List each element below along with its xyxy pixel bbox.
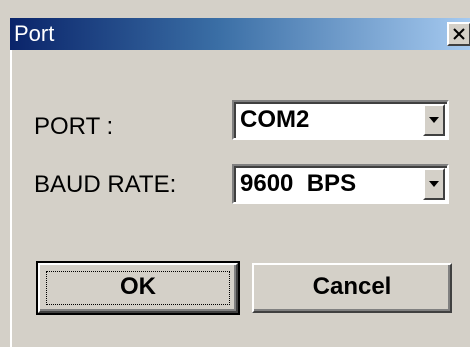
port-dialog: Port PORT : COM2 BAUD RATE: 9600 BPS OK [0, 0, 470, 347]
port-dropdown-button[interactable] [423, 104, 445, 136]
title-bar[interactable]: Port [10, 18, 470, 50]
port-value: COM2 [240, 106, 310, 133]
baud-rate-label: BAUD RATE: [34, 171, 177, 198]
port-select[interactable]: COM2 [232, 100, 449, 140]
ok-button[interactable]: OK [36, 261, 240, 315]
window-title: Port [14, 21, 55, 46]
chevron-down-icon [429, 181, 439, 187]
chevron-down-icon [429, 117, 439, 123]
cancel-button[interactable]: Cancel [252, 263, 452, 313]
close-icon [453, 28, 465, 40]
window-border [10, 50, 12, 347]
baud-rate-dropdown-button[interactable] [423, 168, 445, 200]
focus-rectangle [46, 271, 230, 305]
port-label: PORT : [34, 113, 114, 140]
baud-rate-value: 9600 BPS [240, 170, 357, 197]
baud-rate-select[interactable]: 9600 BPS [232, 164, 449, 204]
close-button[interactable] [447, 22, 470, 46]
cancel-button-label: Cancel [312, 273, 392, 300]
